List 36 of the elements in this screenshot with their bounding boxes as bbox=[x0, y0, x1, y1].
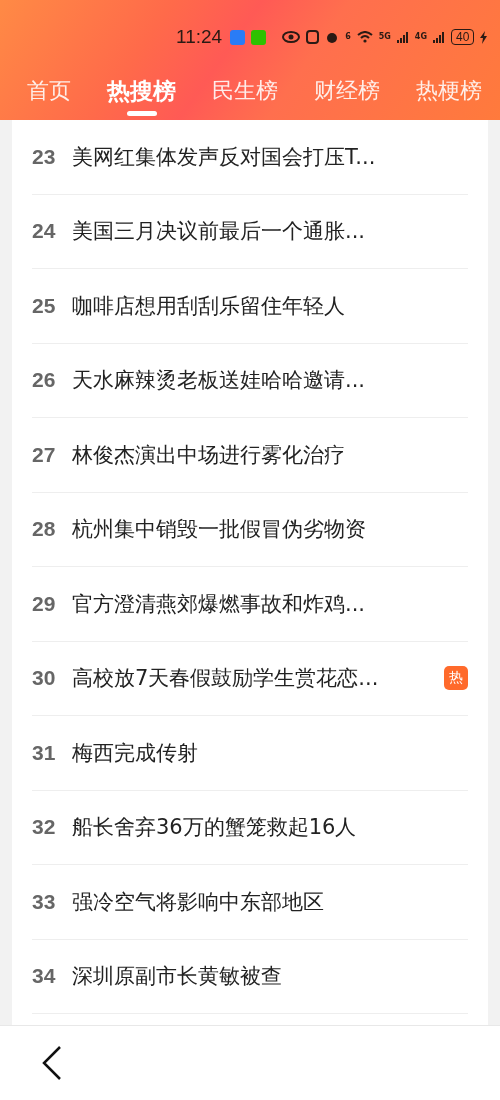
rank-number: 33 bbox=[32, 889, 57, 914]
topic-link[interactable]: 林俊杰演出中场进行雾化治疗 bbox=[72, 440, 468, 469]
signal-icon bbox=[433, 31, 445, 43]
rank-number: 27 bbox=[32, 442, 57, 467]
topic-link[interactable]: 船长舍弃36万的蟹笼救起16人 bbox=[72, 813, 468, 842]
rank-number: 32 bbox=[32, 815, 57, 840]
network-label: 4G bbox=[414, 33, 427, 41]
network-label: 5G bbox=[378, 33, 391, 41]
wifi-icon bbox=[356, 31, 373, 43]
rank-number: 25 bbox=[32, 293, 57, 318]
rank-number: 23 bbox=[32, 144, 57, 169]
topic-link[interactable]: 咖啡店想用刮刮乐留住年轻人 bbox=[72, 291, 468, 320]
rank-number: 28 bbox=[32, 517, 57, 542]
topic-link[interactable]: 梅西完成传射 bbox=[72, 738, 468, 767]
topic-link[interactable]: 高校放7天春假鼓励学生赏花恋... bbox=[72, 664, 444, 693]
topic-link[interactable]: 杭州集中销毁一批假冒伪劣物资 bbox=[72, 515, 468, 544]
topic-link[interactable]: 美网红集体发声反对国会打压T... bbox=[72, 142, 468, 171]
eye-icon bbox=[282, 31, 301, 43]
rank-number: 29 bbox=[32, 591, 57, 616]
battery-level: 40 bbox=[451, 29, 475, 45]
topic-link[interactable]: 深圳原副市长黄敏被查 bbox=[72, 962, 468, 991]
rank-number: 34 bbox=[32, 964, 57, 989]
rank-number: 24 bbox=[32, 219, 57, 244]
topic-link[interactable]: 天水麻辣烫老板送娃哈哈邀请... bbox=[72, 366, 468, 395]
topic-link[interactable]: 美国三月决议前最后一个通胀... bbox=[72, 217, 468, 246]
signal-icon bbox=[396, 31, 409, 43]
charging-icon bbox=[480, 30, 488, 44]
clock: 11:24 bbox=[176, 26, 223, 48]
back-icon[interactable] bbox=[42, 1046, 62, 1080]
topic-link[interactable]: 强冷空气将影响中东部地区 bbox=[72, 887, 468, 916]
topic-link[interactable]: 官方澄清燕郊爆燃事故和炸鸡... bbox=[72, 589, 468, 618]
rank-number: 26 bbox=[32, 368, 57, 393]
hot-badge: 热 bbox=[444, 666, 468, 691]
rank-number: 31 bbox=[32, 740, 57, 765]
wifi-label: 6 bbox=[345, 33, 351, 41]
rank-number: 30 bbox=[32, 666, 57, 691]
